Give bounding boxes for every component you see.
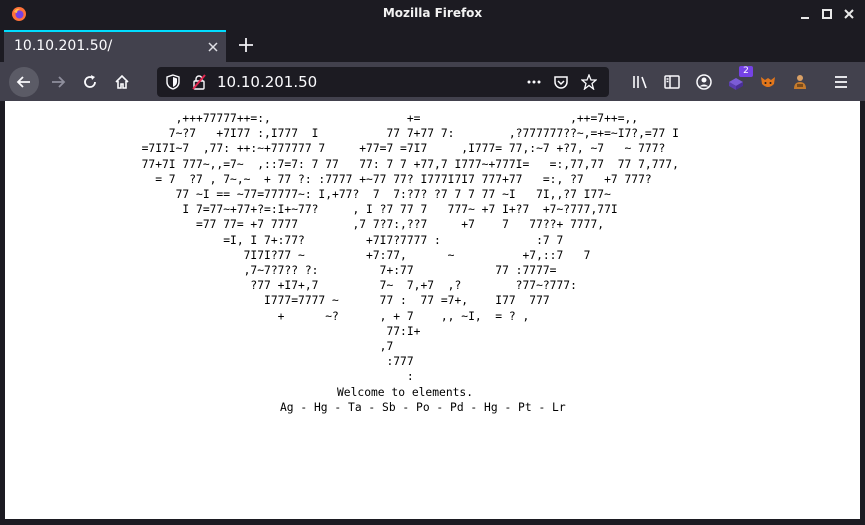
navigation-toolbar: 10.10.201.50 2 [0, 62, 865, 101]
home-icon [115, 74, 129, 89]
new-tab-icon[interactable] [237, 36, 255, 54]
title-bar: Mozilla Firefox [0, 0, 865, 28]
url-bar[interactable]: 10.10.201.50 [157, 67, 609, 97]
page-content: ,+++77777++=:, += ,++=7++=,, 7~?7 +7I77 … [5, 101, 860, 519]
back-button[interactable] [9, 67, 39, 97]
page-actions-icon[interactable] [526, 74, 542, 90]
page-text: ,+++77777++=:, += ,++=7++=,, 7~?7 +7I77 … [128, 111, 679, 415]
forward-arrow-icon [52, 76, 66, 88]
forward-button[interactable] [43, 67, 73, 97]
browser-window: Mozilla Firefox 10.10.201.50/ 10.10.201.… [0, 0, 865, 525]
tab-label: 10.10.201.50/ [14, 38, 113, 54]
elements-list: Ag - Hg - Ta - Sb - Po - Pd - Hg - Pt - … [280, 400, 566, 414]
welcome-text: Welcome to elements. [337, 385, 474, 399]
tab-bar: 10.10.201.50/ [0, 28, 865, 62]
menu-icon[interactable] [832, 73, 850, 91]
tracking-shield-icon[interactable] [165, 74, 181, 90]
ascii-art: ,+++77777++=:, += ,++=7++=,, 7~?7 +7I77 … [141, 112, 679, 384]
maximize-icon[interactable] [819, 6, 835, 22]
bookmark-star-icon[interactable] [581, 74, 597, 90]
close-icon[interactable] [841, 6, 857, 22]
tab-close-icon[interactable] [206, 40, 220, 54]
window-title: Mozilla Firefox [382, 6, 483, 20]
url-text[interactable]: 10.10.201.50 [217, 73, 317, 91]
extension-badge: 2 [739, 66, 753, 77]
library-icon[interactable] [631, 73, 649, 91]
minimize-icon[interactable] [797, 6, 813, 22]
tab-active[interactable]: 10.10.201.50/ [4, 30, 226, 62]
account-icon[interactable] [695, 73, 713, 91]
reload-button[interactable] [75, 67, 105, 97]
foxyproxy-icon[interactable] [759, 73, 777, 91]
insecure-lock-icon[interactable] [191, 74, 207, 90]
reload-icon [84, 75, 96, 88]
home-button[interactable] [107, 67, 137, 97]
pocket-icon[interactable] [553, 74, 569, 90]
cookie-editor-icon[interactable] [791, 73, 809, 91]
sidebar-icon[interactable] [663, 73, 681, 91]
back-arrow-icon [16, 76, 30, 88]
